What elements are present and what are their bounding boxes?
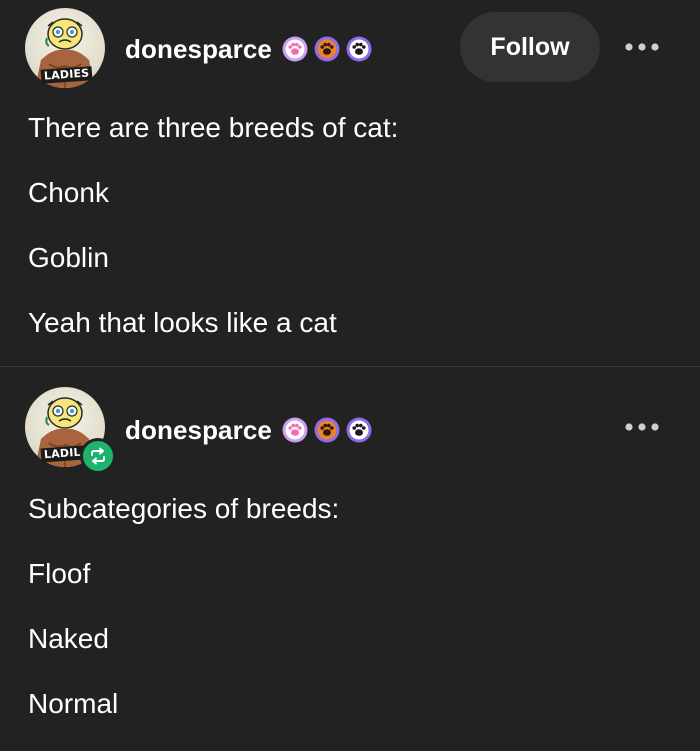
follow-button[interactable]: Follow	[460, 12, 600, 82]
post: LADIES donesparce Follow There are three…	[0, 0, 700, 366]
avatar-caption: LADIL	[40, 445, 85, 463]
paw-orange-badge-icon[interactable]	[314, 417, 340, 443]
reblog-post: LADIL donesparce Subcategories of breeds…	[0, 367, 700, 735]
paw-pink-badge-icon[interactable]	[282, 36, 308, 62]
post-paragraph: There are three breeds of cat:	[28, 112, 399, 143]
avatar[interactable]: LADIES	[25, 8, 105, 88]
post-paragraph: Normal	[28, 688, 119, 719]
more-options-icon	[625, 423, 659, 431]
more-options-button[interactable]	[620, 417, 664, 437]
paw-orange-badge-icon[interactable]	[314, 36, 340, 62]
username[interactable]: donesparce	[125, 415, 272, 446]
post-paragraph: Naked	[28, 623, 109, 654]
badge-list	[276, 417, 372, 443]
paw-pink-badge-icon[interactable]	[282, 417, 308, 443]
post-paragraph: Goblin	[28, 242, 109, 273]
more-options-icon	[625, 43, 659, 51]
post-paragraph: Yeah that looks like a cat	[28, 307, 337, 338]
reblog-badge	[80, 438, 116, 474]
post-paragraph: Floof	[28, 558, 91, 589]
more-options-button[interactable]	[620, 37, 664, 57]
badge-list	[276, 36, 372, 62]
reblog-icon	[91, 447, 105, 465]
paw-black-badge-icon[interactable]	[346, 36, 372, 62]
post-header: donesparce	[125, 413, 372, 447]
post-header: donesparce	[125, 32, 372, 66]
paw-black-badge-icon[interactable]	[346, 417, 372, 443]
post-paragraph: Subcategories of breeds:	[28, 493, 340, 524]
post-body: There are three breeds of cat: Chonk Gob…	[28, 110, 680, 370]
username[interactable]: donesparce	[125, 34, 272, 65]
post-body: Subcategories of breeds: Floof Naked Nor…	[28, 491, 680, 751]
post-paragraph: Chonk	[28, 177, 109, 208]
avatar[interactable]: LADIL	[25, 387, 116, 474]
